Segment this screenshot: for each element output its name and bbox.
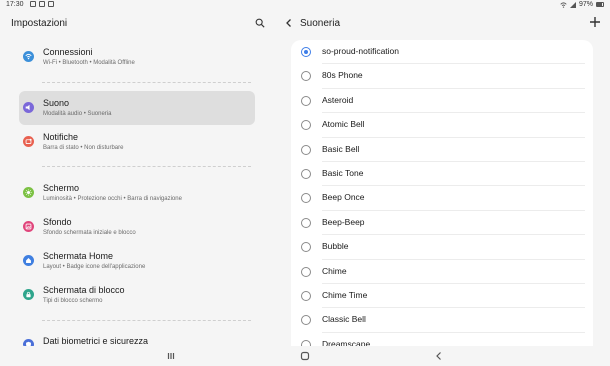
image-icon (30, 1, 36, 7)
ringtone-label: Chime Time (322, 290, 368, 300)
brightness-icon (23, 187, 34, 198)
radio-button[interactable] (301, 266, 311, 277)
ringtone-option[interactable]: Beep Once (291, 186, 593, 211)
ringtone-label: Basic Tone (322, 168, 364, 178)
ringtone-option[interactable]: Basic Bell (291, 138, 593, 162)
settings-item-title: Dati biometrici e sicurezza (43, 336, 149, 346)
wifi-status-icon (560, 1, 567, 8)
wallpaper-icon (23, 221, 34, 232)
settings-item-title: Schermata di blocco (43, 285, 125, 295)
ringtone-label: Chime (322, 265, 347, 276)
recents-icon[interactable] (166, 351, 176, 361)
page-title: Impostazioni (11, 18, 68, 29)
settings-item-subtitle: Wi-Fi • Bluetooth • Modalità Offline (43, 60, 135, 66)
battery-icon (596, 2, 604, 7)
divider (42, 320, 251, 321)
settings-item-title: Schermata Home (43, 251, 114, 261)
navigation-bar (0, 346, 610, 366)
radio-button[interactable] (301, 315, 311, 326)
radio-button[interactable] (301, 217, 311, 228)
settings-header: Impostazioni (0, 11, 276, 37)
ringtone-label: 80s Phone (322, 70, 363, 81)
ringtone-label: Atomic Bell (322, 119, 365, 130)
settings-item-subtitle: Sfondo schermata iniziale e blocco (43, 230, 136, 236)
ringtone-header: Suoneria (276, 11, 610, 37)
radio-button[interactable] (301, 95, 311, 106)
ringtone-option[interactable]: Classic Bell (291, 308, 593, 333)
settings-item-sfondo[interactable]: Sfondo Sfondo schermata iniziale e blocc… (19, 210, 255, 244)
settings-item-notifiche[interactable]: Notifiche Barra di stato • Non disturbar… (19, 125, 255, 159)
status-bar: 17:30 97% (0, 0, 610, 11)
radio-button[interactable] (301, 291, 311, 301)
back-nav-icon[interactable] (434, 351, 444, 361)
settings-item-subtitle: Layout • Badge icone dell'applicazione (43, 264, 146, 270)
lock-icon (23, 289, 34, 300)
signal-icon (569, 1, 576, 8)
status-right: 97% (560, 1, 604, 8)
ringtone-option[interactable]: Chime (291, 260, 593, 284)
ringtone-label: Dreamscape (322, 338, 371, 346)
divider (42, 166, 251, 167)
status-time: 17:30 (6, 1, 24, 8)
ringtone-option[interactable]: Atomic Bell (291, 113, 593, 138)
app-icon (39, 1, 45, 7)
ringtone-option[interactable]: Asteroid (291, 89, 593, 114)
radio-button[interactable] (301, 47, 311, 57)
battery-percent: 97% (578, 1, 593, 8)
radio-button[interactable] (301, 193, 311, 204)
home-icon (23, 255, 34, 266)
settings-item-dati-biometrici[interactable]: Dati biometrici e sicurezza (19, 329, 255, 346)
settings-item-title: Notifiche (43, 132, 79, 142)
radio-button[interactable] (301, 144, 311, 155)
settings-item-subtitle: Tipi di blocco schermo (43, 298, 103, 304)
ringtone-title: Suoneria (300, 18, 341, 29)
settings-item-subtitle: Barra di stato • Non disturbare (43, 145, 124, 151)
ringtone-option[interactable]: Basic Tone (291, 162, 593, 187)
ringtone-option[interactable]: Chime Time (291, 284, 593, 309)
settings-item-schermata-home[interactable]: Schermata Home Layout • Badge icone dell… (19, 244, 255, 278)
radio-button[interactable] (301, 242, 311, 253)
gallery-icon (48, 1, 54, 7)
search-icon[interactable] (255, 18, 265, 28)
ringtone-label: Basic Bell (322, 143, 360, 154)
ringtone-label: Beep Once (322, 192, 365, 203)
ringtone-label: Asteroid (322, 94, 354, 105)
ringtone-option[interactable]: so-proud-notification (291, 40, 593, 65)
settings-item-subtitle: Modalità audio • Suoneria (43, 111, 112, 117)
radio-button[interactable] (301, 169, 311, 179)
back-icon[interactable] (284, 18, 294, 28)
ringtone-option[interactable]: 80s Phone (291, 64, 593, 89)
settings-item-schermata-di-blocco[interactable]: Schermata di blocco Tipi di blocco scher… (19, 278, 255, 312)
radio-button[interactable] (301, 120, 311, 131)
settings-item-connessioni[interactable]: Connessioni Wi-Fi • Bluetooth • Modalità… (19, 40, 255, 74)
settings-item-suono[interactable]: Suono Modalità audio • Suoneria (19, 91, 255, 125)
ringtone-label: so-proud-notification (322, 46, 400, 56)
ringtone-list: so-proud-notification 80s Phone Asteroid At… (291, 40, 593, 346)
ringtone-label: Bubble (322, 241, 349, 252)
settings-item-title: Sfondo (43, 217, 72, 227)
notification-icon (23, 136, 34, 147)
settings-item-subtitle: Luminosità • Protezione occhi • Barra di… (43, 196, 182, 202)
settings-item-title: Suono (43, 98, 70, 108)
speaker-icon (23, 102, 34, 113)
settings-item-title: Connessioni (43, 47, 93, 57)
settings-item-title: Schermo (43, 183, 80, 193)
divider (42, 82, 251, 83)
status-notification-icons (30, 1, 54, 7)
radio-button[interactable] (301, 71, 311, 82)
ringtone-label: Beep-Beep (322, 216, 365, 227)
add-icon[interactable] (589, 16, 601, 28)
ringtone-option[interactable]: Bubble (291, 235, 593, 260)
settings-item-schermo[interactable]: Schermo Luminosità • Protezione occhi • … (19, 176, 255, 210)
shield-icon (23, 339, 34, 346)
ringtone-option[interactable]: Dreamscape (291, 333, 593, 346)
home-button-icon[interactable] (300, 351, 310, 361)
wifi-icon (23, 51, 34, 62)
ringtone-option[interactable]: Beep-Beep (291, 211, 593, 236)
ringtone-label: Classic Bell (322, 314, 366, 325)
